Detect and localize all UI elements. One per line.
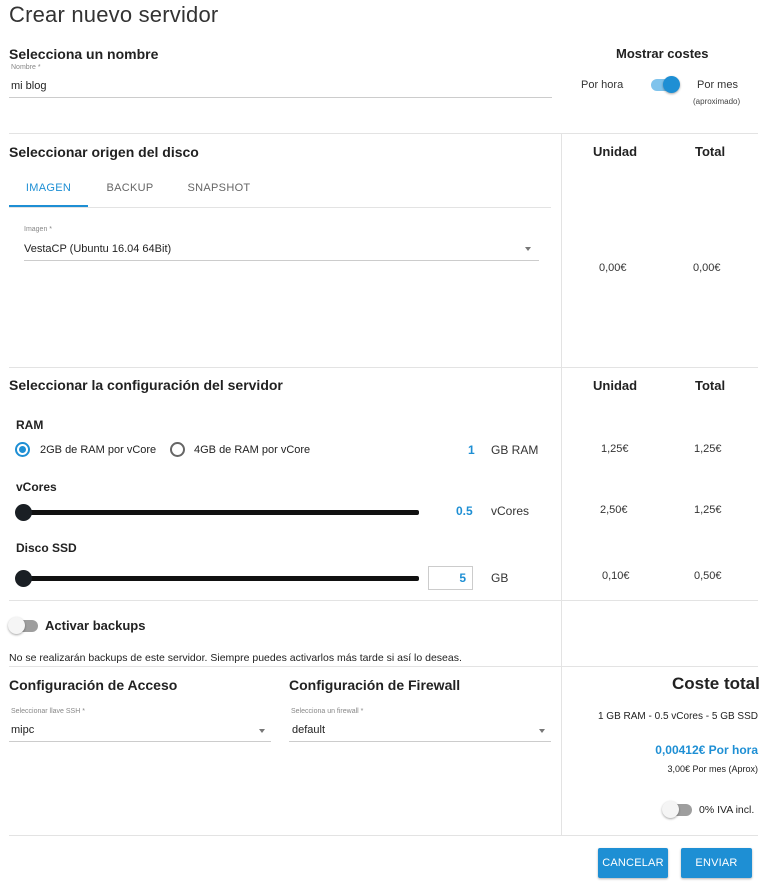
cost-per-hour-label: Por hora (581, 79, 624, 91)
cost-toggle-thumb (663, 76, 680, 93)
image-select[interactable]: VestaCP (Ubuntu 16.04 64Bit) (24, 243, 539, 260)
config-total-header: Total (695, 378, 726, 393)
chevron-down-icon (539, 729, 545, 733)
firewall-value: default (292, 724, 326, 736)
ram-option-2gb-label[interactable]: 2GB de RAM por vCore (40, 444, 156, 456)
ssd-unit: GB (491, 571, 509, 585)
ram-total-price: 1,25€ (694, 443, 722, 455)
vcores-total-price: 1,25€ (694, 504, 722, 516)
image-field-label: Imagen * (24, 226, 53, 233)
ram-option-2gb-radio[interactable] (15, 442, 30, 457)
name-input[interactable]: mi blog (11, 80, 551, 97)
submit-button[interactable]: ENVIAR (681, 848, 752, 878)
ram-label: RAM (16, 418, 44, 432)
ssd-unit-price: 0,10€ (602, 570, 630, 582)
disk-section-heading: Seleccionar origen del disco (9, 144, 199, 160)
cost-period-toggle[interactable] (651, 76, 681, 94)
total-cost-heading: Coste total (672, 674, 760, 693)
ssd-slider-thumb[interactable] (15, 570, 32, 587)
divider (9, 367, 758, 368)
ssh-key-value: mipc (11, 724, 35, 736)
vcores-label: vCores (16, 480, 57, 494)
ssd-amount-input[interactable]: 5 (428, 566, 473, 590)
config-unit-header: Unidad (593, 378, 638, 393)
ssd-total-price: 0,50€ (694, 570, 722, 582)
disk-unit-price: 0,00€ (599, 262, 627, 274)
vat-label: 0% IVA incl. (699, 804, 755, 816)
divider (9, 133, 758, 134)
image-select-underline (24, 260, 539, 261)
ram-unit-price: 1,25€ (601, 443, 629, 455)
ssd-label: Disco SSD (16, 541, 77, 555)
firewall-label: Selecciona un firewall * (291, 708, 364, 715)
vcores-unit: vCores (491, 504, 530, 518)
firewall-underline (289, 741, 551, 742)
ram-amount: 1 (468, 443, 475, 457)
tab-backup[interactable]: BACKUP (91, 176, 169, 207)
name-input-underline (9, 97, 552, 98)
costs-toggle-heading: Mostrar costes (616, 46, 709, 61)
ssh-key-underline (9, 741, 271, 742)
name-section-heading: Selecciona un nombre (9, 46, 159, 62)
chevron-down-icon (259, 729, 265, 733)
tabs-underline (9, 207, 551, 208)
backups-label: Activar backups (45, 618, 146, 633)
access-heading: Configuración de Acceso (9, 677, 178, 693)
column-divider (561, 133, 562, 835)
vcores-unit-price: 2,50€ (600, 504, 628, 516)
ssh-key-label: Seleccionar llave SSH * (11, 708, 85, 715)
firewall-heading: Configuración de Firewall (289, 677, 461, 693)
backups-toggle[interactable] (8, 617, 38, 635)
total-hourly: 0,00412€ Por hora (655, 743, 758, 757)
ram-unit: GB RAM (491, 443, 539, 457)
firewall-select[interactable]: default (292, 724, 550, 741)
disk-total-price: 0,00€ (693, 262, 721, 274)
cancel-button[interactable]: CANCELAR (598, 848, 668, 878)
vcores-slider-track[interactable] (16, 510, 419, 515)
vcores-slider-thumb[interactable] (15, 504, 32, 521)
ram-option-4gb-label[interactable]: 4GB de RAM por vCore (194, 444, 310, 456)
config-section-heading: Seleccionar la configuración del servido… (9, 377, 283, 393)
disk-unit-header: Unidad (593, 144, 638, 159)
disk-total-header: Total (695, 144, 726, 159)
cost-per-month-sublabel: (aproximado) (693, 97, 741, 106)
vat-toggle-thumb (662, 801, 679, 818)
divider (9, 666, 758, 667)
ram-option-4gb-radio[interactable] (170, 442, 185, 457)
image-select-value: VestaCP (Ubuntu 16.04 64Bit) (24, 243, 172, 255)
cost-per-month-label: Por mes (697, 79, 738, 91)
name-field-label: Nombre * (11, 64, 41, 71)
tab-snapshot[interactable]: SNAPSHOT (172, 176, 266, 207)
vcores-amount: 0.5 (456, 504, 473, 518)
backups-toggle-thumb (8, 617, 25, 634)
ssd-slider-track[interactable] (16, 576, 419, 581)
divider (9, 835, 758, 836)
divider (9, 600, 758, 601)
vat-toggle[interactable] (662, 801, 692, 819)
total-summary: 1 GB RAM - 0.5 vCores - 5 GB SSD (597, 711, 758, 722)
tab-imagen[interactable]: IMAGEN (9, 176, 88, 207)
page-title: Crear nuevo servidor (9, 2, 219, 27)
total-monthly: 3,00€ Por mes (Aprox) (667, 764, 758, 774)
backups-note: No se realizarán backups de este servido… (9, 652, 462, 664)
chevron-down-icon (525, 247, 531, 251)
ssh-key-select[interactable]: mipc (11, 724, 270, 741)
